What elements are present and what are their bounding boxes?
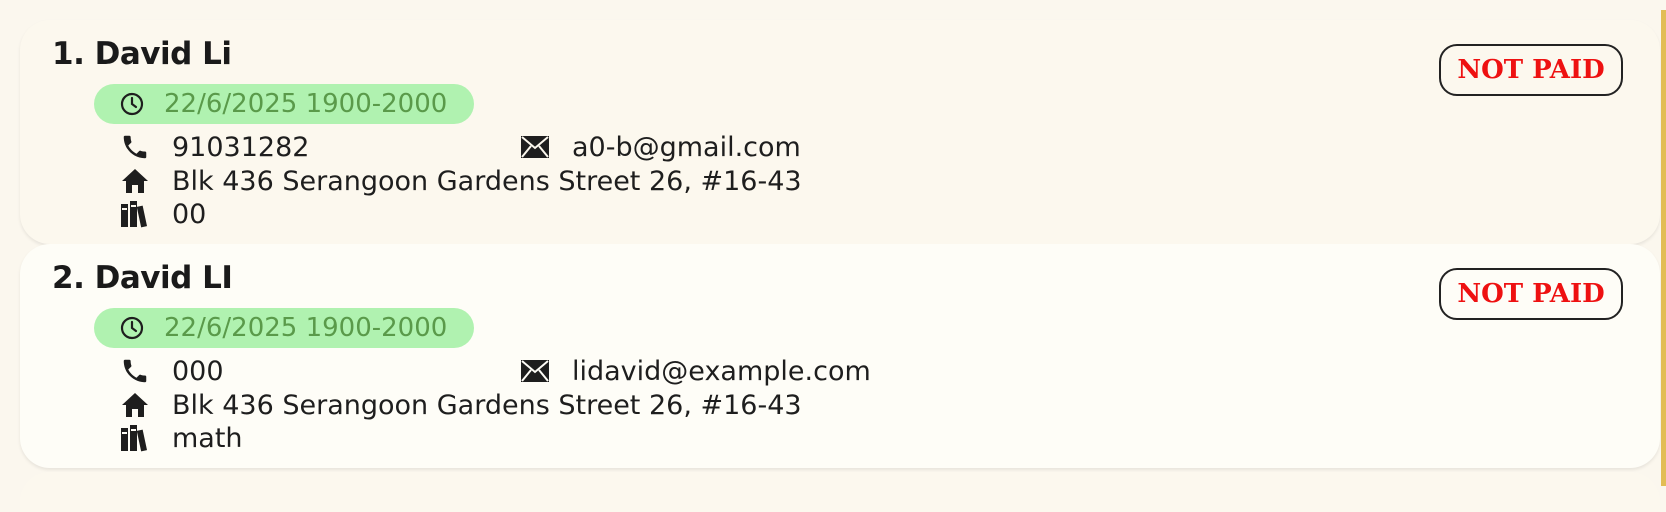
schedule-badge: 22/6/2025 1900-2000	[94, 84, 474, 124]
phone-row: 91031282	[120, 130, 309, 164]
student-name: 1. David Li	[52, 36, 232, 72]
email-row: a0-b@gmail.com	[520, 130, 801, 164]
subject-row: 00	[120, 197, 206, 231]
next-student-card[interactable]	[20, 472, 1660, 512]
schedule-text: 22/6/2025 1900-2000	[164, 313, 448, 343]
books-icon	[120, 423, 150, 453]
email-row: lidavid@example.com	[520, 354, 871, 388]
books-icon	[120, 199, 150, 229]
phone-icon	[120, 132, 150, 162]
subject-row: math	[120, 421, 243, 455]
student-list: 1. David Li 22/6/2025 1900-2000 91031282…	[20, 20, 1660, 468]
subject-text: math	[172, 422, 243, 454]
scrollbar[interactable]	[1661, 10, 1666, 486]
phone-row: 000	[120, 354, 224, 388]
phone-text: 91031282	[172, 131, 310, 163]
student-card[interactable]: 1. David Li 22/6/2025 1900-2000 91031282…	[20, 20, 1660, 244]
schedule-text: 22/6/2025 1900-2000	[164, 89, 448, 119]
schedule-badge: 22/6/2025 1900-2000	[94, 308, 474, 348]
student-card[interactable]: 2. David LI 22/6/2025 1900-2000 000 lida…	[20, 244, 1660, 468]
address-text: Blk 436 Serangoon Gardens Street 26, #16…	[172, 389, 802, 421]
address-row: Blk 436 Serangoon Gardens Street 26, #16…	[120, 388, 802, 422]
subject-text: 00	[172, 198, 207, 230]
phone-icon	[120, 356, 150, 386]
envelope-icon	[520, 356, 550, 386]
envelope-icon	[520, 132, 550, 162]
email-text: lidavid@example.com	[572, 355, 871, 387]
clock-icon	[120, 92, 144, 116]
email-text: a0-b@gmail.com	[572, 131, 801, 163]
student-name: 2. David LI	[52, 260, 233, 296]
home-icon	[120, 390, 150, 420]
clock-icon	[120, 316, 144, 340]
payment-status-badge[interactable]: NOT PAID	[1439, 268, 1623, 320]
home-icon	[120, 166, 150, 196]
payment-status-badge[interactable]: NOT PAID	[1439, 44, 1623, 96]
address-row: Blk 436 Serangoon Gardens Street 26, #16…	[120, 164, 802, 198]
address-text: Blk 436 Serangoon Gardens Street 26, #16…	[172, 165, 802, 197]
phone-text: 000	[172, 355, 224, 387]
